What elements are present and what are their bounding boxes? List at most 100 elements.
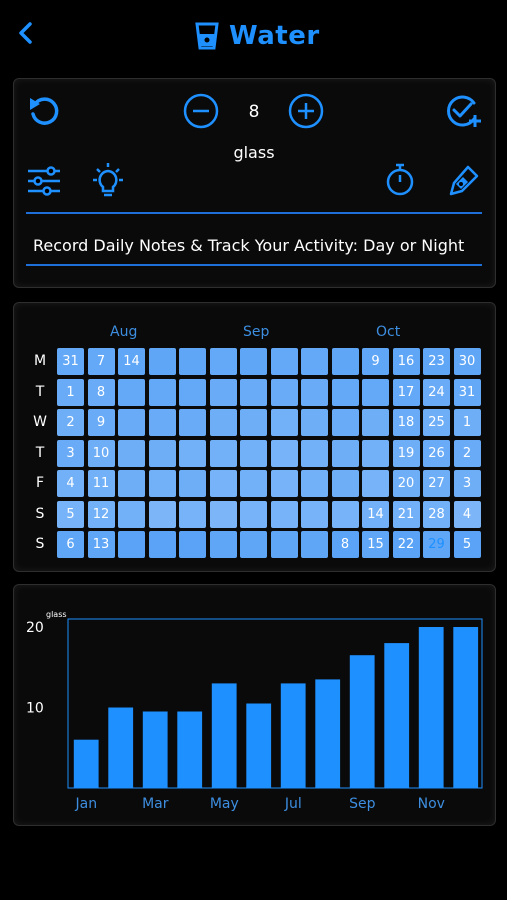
- calendar-day-cell[interactable]: [179, 439, 206, 467]
- calendar-day-cell[interactable]: 4: [453, 500, 481, 528]
- settings-sliders-button[interactable]: [27, 166, 61, 200]
- calendar-day-cell[interactable]: 31: [453, 378, 481, 406]
- calendar-day-cell[interactable]: [301, 409, 328, 436]
- calendar-day-cell[interactable]: 3: [57, 439, 84, 467]
- calendar-day-cell[interactable]: 14: [118, 348, 145, 375]
- calendar-day-cell[interactable]: [209, 439, 237, 467]
- calendar-day-cell[interactable]: 1: [453, 409, 481, 436]
- bar-sep[interactable]: [349, 655, 375, 788]
- calendar-day-cell[interactable]: 7: [87, 348, 115, 375]
- calendar-day-cell[interactable]: [240, 531, 267, 558]
- calendar-day-cell[interactable]: [148, 409, 176, 436]
- calendar-day-cell[interactable]: 21: [392, 500, 420, 528]
- calendar-day-cell[interactable]: [118, 531, 145, 558]
- calendar-day-cell[interactable]: [270, 348, 298, 375]
- bar-jun[interactable]: [246, 703, 272, 789]
- calendar-day-cell[interactable]: 13: [87, 531, 115, 558]
- calendar-day-cell[interactable]: [179, 470, 206, 497]
- calendar-day-cell[interactable]: 18: [392, 409, 420, 436]
- calendar-day-cell[interactable]: 4: [57, 470, 84, 497]
- calendar-day-cell[interactable]: [331, 439, 359, 467]
- bar-apr[interactable]: [177, 711, 203, 789]
- calendar-day-cell[interactable]: 24: [423, 378, 450, 406]
- calendar-day-cell[interactable]: [148, 378, 176, 406]
- calendar-day-cell[interactable]: [148, 531, 176, 558]
- calendar-day-cell[interactable]: 28: [423, 500, 450, 528]
- increment-button[interactable]: [288, 93, 324, 133]
- reset-button[interactable]: [27, 94, 63, 132]
- calendar-day-cell[interactable]: [179, 348, 206, 375]
- calendar-day-cell[interactable]: 25: [423, 409, 450, 436]
- calendar-day-cell[interactable]: [209, 409, 237, 436]
- calendar-day-cell[interactable]: 2: [453, 439, 481, 467]
- calendar-day-cell[interactable]: 8: [331, 531, 359, 558]
- calendar-day-cell[interactable]: 30: [453, 348, 481, 375]
- calendar-day-cell[interactable]: [240, 409, 267, 436]
- calendar-day-cell[interactable]: [240, 500, 267, 528]
- bar-jan[interactable]: [73, 739, 99, 788]
- calendar-day-cell[interactable]: 29: [423, 531, 450, 558]
- calendar-day-cell[interactable]: 5: [453, 531, 481, 558]
- calendar-day-cell[interactable]: 22: [392, 531, 420, 558]
- calendar-day-cell[interactable]: [270, 470, 298, 497]
- calendar-day-cell[interactable]: [362, 470, 389, 497]
- calendar-day-cell[interactable]: 9: [87, 409, 115, 436]
- calendar-day-cell[interactable]: [362, 409, 389, 436]
- calendar-day-cell[interactable]: 2: [57, 409, 84, 436]
- calendar-day-cell[interactable]: [301, 348, 328, 375]
- bar-aug[interactable]: [315, 679, 341, 788]
- calendar-day-cell[interactable]: 17: [392, 378, 420, 406]
- calendar-day-cell[interactable]: [209, 348, 237, 375]
- calendar-day-cell[interactable]: 9: [362, 348, 389, 375]
- calendar-day-cell[interactable]: [331, 470, 359, 497]
- calendar-day-cell[interactable]: [301, 439, 328, 467]
- calendar-day-cell[interactable]: 20: [392, 470, 420, 497]
- calendar-day-cell[interactable]: 26: [423, 439, 450, 467]
- calendar-day-cell[interactable]: [148, 470, 176, 497]
- calendar-day-cell[interactable]: [240, 348, 267, 375]
- confirm-add-button[interactable]: [444, 93, 484, 135]
- calendar-day-cell[interactable]: [118, 409, 145, 436]
- calendar-day-cell[interactable]: [179, 531, 206, 558]
- calendar-day-cell[interactable]: [301, 378, 328, 406]
- calendar-day-cell[interactable]: [118, 470, 145, 497]
- calendar-day-cell[interactable]: [301, 531, 328, 558]
- calendar-day-cell[interactable]: 23: [423, 348, 450, 375]
- notes-prompt[interactable]: Record Daily Notes & Track Your Activity…: [33, 236, 464, 255]
- calendar-day-cell[interactable]: [331, 500, 359, 528]
- calendar-day-cell[interactable]: [270, 409, 298, 436]
- calendar-day-cell[interactable]: [118, 439, 145, 467]
- calendar-day-cell[interactable]: 5: [57, 500, 84, 528]
- bar-feb[interactable]: [108, 707, 134, 789]
- bar-may[interactable]: [211, 683, 237, 788]
- decrement-button[interactable]: [183, 93, 219, 133]
- back-button[interactable]: [14, 18, 38, 48]
- calendar-day-cell[interactable]: 31: [57, 348, 84, 375]
- calendar-day-cell[interactable]: [301, 500, 328, 528]
- calendar-day-cell[interactable]: [362, 439, 389, 467]
- calendar-day-cell[interactable]: [118, 378, 145, 406]
- calendar-day-cell[interactable]: 16: [392, 348, 420, 375]
- calendar-day-cell[interactable]: [270, 531, 298, 558]
- calendar-day-cell[interactable]: 15: [362, 531, 389, 558]
- timer-button[interactable]: [384, 162, 416, 202]
- calendar-day-cell[interactable]: [270, 500, 298, 528]
- bar-oct[interactable]: [384, 643, 410, 788]
- calendar-day-cell[interactable]: [179, 500, 206, 528]
- calendar-day-cell[interactable]: [209, 531, 237, 558]
- bar-jul[interactable]: [280, 683, 306, 788]
- calendar-day-cell[interactable]: [209, 378, 237, 406]
- calendar-day-cell[interactable]: [148, 348, 176, 375]
- calendar-day-cell[interactable]: [331, 378, 359, 406]
- calendar-day-cell[interactable]: [270, 378, 298, 406]
- calendar-day-cell[interactable]: [148, 439, 176, 467]
- calendar-day-cell[interactable]: 6: [57, 531, 84, 558]
- calendar-day-cell[interactable]: [270, 439, 298, 467]
- calendar-day-cell[interactable]: 11: [87, 470, 115, 497]
- calendar-day-cell[interactable]: [362, 378, 389, 406]
- calendar-day-cell[interactable]: 3: [453, 470, 481, 497]
- bar-nov[interactable]: [418, 627, 444, 788]
- calendar-day-cell[interactable]: [240, 378, 267, 406]
- calendar-day-cell[interactable]: 1: [57, 378, 84, 406]
- calendar-day-cell[interactable]: 27: [423, 470, 450, 497]
